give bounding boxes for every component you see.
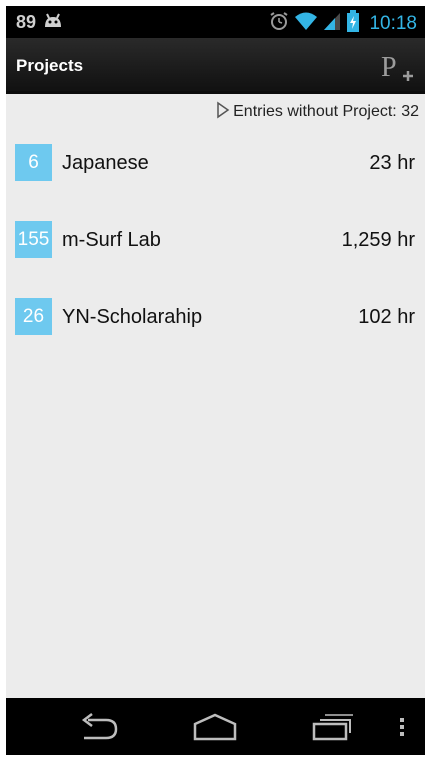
play-arrow-icon bbox=[216, 101, 230, 124]
page-title: Projects bbox=[16, 56, 84, 75]
alarm-icon bbox=[269, 11, 289, 36]
project-entry-count-badge: 26 bbox=[15, 298, 52, 335]
home-icon[interactable] bbox=[192, 712, 238, 747]
status-bar-left: 89 bbox=[16, 12, 64, 33]
wifi-icon bbox=[294, 11, 318, 36]
project-entry-count-badge: 6 bbox=[15, 144, 52, 181]
project-list: 6 Japanese 23 hr 155 m-Surf Lab 1,259 hr… bbox=[6, 134, 425, 365]
navigation-bar bbox=[6, 698, 425, 755]
project-row[interactable]: 26 YN-Scholarahip 102 hr bbox=[6, 288, 425, 365]
signal-icon bbox=[323, 11, 341, 36]
project-row[interactable]: 155 m-Surf Lab 1,259 hr bbox=[6, 211, 425, 288]
battery-charging-icon bbox=[346, 10, 360, 37]
status-time: 10:18 bbox=[369, 12, 417, 34]
entries-without-project-link[interactable]: Entries without Project: 32 bbox=[216, 101, 419, 123]
project-entry-count-badge: 155 bbox=[15, 221, 52, 258]
status-bar-right: 10:18 bbox=[269, 10, 417, 37]
project-name: m-Surf Lab bbox=[62, 229, 161, 251]
app-screen: 89 10:18 Projects P Entries without Proj… bbox=[6, 6, 425, 755]
add-project-icon[interactable]: P bbox=[381, 50, 415, 84]
back-icon[interactable] bbox=[78, 712, 120, 747]
notification-count: 89 bbox=[16, 12, 37, 32]
project-hours: 1,259 hr bbox=[341, 229, 415, 251]
project-hours: 23 hr bbox=[369, 152, 415, 174]
action-bar: Projects P bbox=[6, 38, 425, 94]
project-name: Japanese bbox=[62, 152, 149, 174]
project-hours: 102 hr bbox=[358, 306, 415, 328]
project-row[interactable]: 6 Japanese 23 hr bbox=[6, 134, 425, 211]
android-notification-icon bbox=[42, 12, 64, 33]
svg-text:P: P bbox=[381, 52, 397, 83]
status-bar: 89 10:18 bbox=[6, 6, 425, 38]
recent-apps-icon[interactable] bbox=[312, 712, 354, 747]
overflow-menu-icon[interactable] bbox=[398, 712, 406, 747]
project-name: YN-Scholarahip bbox=[62, 306, 203, 328]
entries-without-project-label: Entries without Project: 32 bbox=[233, 103, 419, 120]
